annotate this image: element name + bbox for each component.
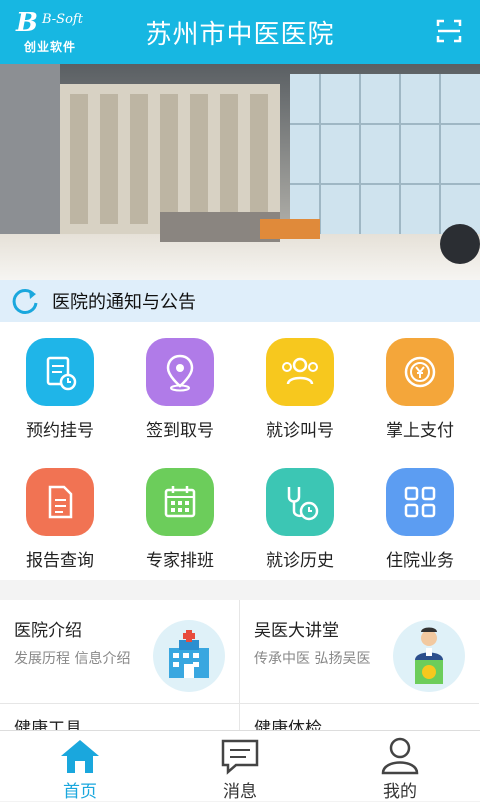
service-label: 预约挂号 [26,421,94,441]
service-checkin[interactable]: 签到取号 [120,338,240,441]
yen-coin-icon [386,338,454,406]
notice-bar[interactable]: 医院的通知与公告 [0,280,480,322]
card-lecture-hall[interactable]: 吴医大讲堂 传承中医 弘扬吴医 [240,600,479,704]
tab-messages[interactable]: 消息 [160,731,320,802]
people-group-icon [266,338,334,406]
notice-label: 医院的通知与公告 [52,292,196,313]
lecturer-podium-icon [393,620,465,692]
hospital-lobby-image [0,64,480,280]
service-history[interactable]: 就诊历史 [240,468,360,571]
card-title: 吴医大讲堂 [254,621,339,641]
top-bar: B B-Soft 创业软件 苏州市中医医院 [0,0,480,64]
scan-icon[interactable] [436,18,462,44]
service-inpatient[interactable]: 住院业务 [360,468,480,571]
tab-profile[interactable]: 我的 [320,731,480,802]
tab-label: 首页 [63,782,97,802]
hospital-building-icon [153,620,225,692]
info-cards: 医院介绍 发展历程 信息介绍 吴医大讲堂 传承中医 弘扬吴医 健康工具 健康体检 [0,600,480,739]
service-label: 就诊历史 [266,551,334,571]
location-pin-icon [146,338,214,406]
refresh-icon [12,288,38,314]
service-grid: 预约挂号 签到取号 就诊叫号 掌上支付 报告查询 专家排班 就诊历史 住院业务 [0,322,480,580]
card-health-tools[interactable]: 健康工具 [0,704,239,739]
card-title: 医院介绍 [14,621,82,641]
calendar-icon [146,468,214,536]
service-label: 报告查询 [26,551,94,571]
bottom-tab-bar: 首页 消息 我的 [0,730,480,802]
grid-apps-icon [386,468,454,536]
card-subtitle: 传承中医 弘扬吴医 [254,651,371,667]
clipboard-clock-icon [26,338,94,406]
service-appointment[interactable]: 预约挂号 [0,338,120,441]
stethoscope-clock-icon [266,468,334,536]
service-label: 就诊叫号 [266,421,334,441]
tab-label: 消息 [223,782,257,802]
user-icon [381,737,419,775]
service-payment[interactable]: 掌上支付 [360,338,480,441]
tab-home[interactable]: 首页 [0,731,160,802]
service-label: 住院业务 [386,551,454,571]
service-label: 掌上支付 [386,421,454,441]
home-icon [61,740,99,773]
message-icon [221,739,259,775]
document-icon [26,468,94,536]
page-title: 苏州市中医医院 [145,20,335,50]
service-label: 签到取号 [146,421,214,441]
card-subtitle: 发展历程 信息介绍 [14,651,131,667]
banner-carousel[interactable] [0,64,480,280]
service-label: 专家排班 [146,551,214,571]
tab-label: 我的 [383,782,417,802]
card-health-checkup[interactable]: 健康体检 [240,704,479,739]
service-queue[interactable]: 就诊叫号 [240,338,360,441]
card-hospital-intro[interactable]: 医院介绍 发展历程 信息介绍 [0,600,239,704]
service-schedule[interactable]: 专家排班 [120,468,240,571]
service-reports[interactable]: 报告查询 [0,468,120,571]
